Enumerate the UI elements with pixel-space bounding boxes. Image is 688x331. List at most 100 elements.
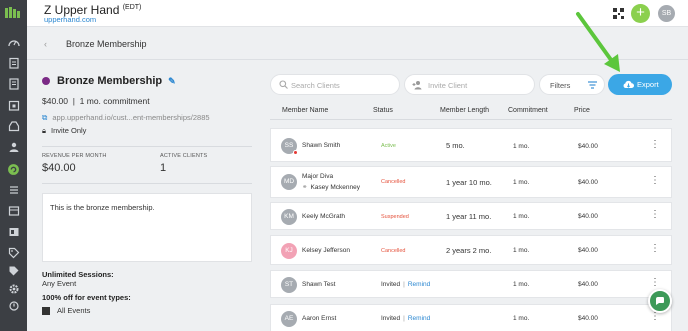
client-avatar: KM bbox=[281, 209, 297, 225]
invite-placeholder: Invite Client bbox=[428, 81, 468, 90]
row-menu-icon[interactable]: ⋮ bbox=[650, 312, 660, 322]
discount-event-type-label: All Events bbox=[57, 306, 91, 315]
top-bar: Z Upper Hand (EDT) upperhand.com + SB bbox=[27, 0, 688, 27]
row-menu-icon[interactable]: ⋮ bbox=[650, 140, 660, 150]
settings-icon[interactable] bbox=[4, 281, 23, 297]
export-button[interactable]: Export bbox=[608, 74, 672, 95]
status-badge: Invited | Remind bbox=[381, 281, 431, 288]
alert-badge-icon bbox=[293, 150, 298, 155]
client-name[interactable]: Major Diva bbox=[302, 173, 333, 180]
document-icon[interactable] bbox=[4, 76, 23, 92]
managed-by-name: Kasey Mckenney bbox=[310, 184, 360, 191]
breadcrumb: ‹ Bronze Membership bbox=[27, 27, 688, 60]
client-name[interactable]: Kelsey Jefferson bbox=[302, 247, 350, 254]
filters-button[interactable]: Filters bbox=[539, 74, 605, 95]
marketing-icon[interactable] bbox=[4, 298, 23, 314]
unlimited-sessions-title: Unlimited Sessions: bbox=[42, 270, 114, 279]
membership-details-panel: Bronze Membership ✎ $40.00 | 1 mo. commi… bbox=[27, 60, 263, 331]
search-clients-input[interactable]: Search Clients bbox=[270, 74, 400, 95]
table-row[interactable]: AE Aaron Ernst Invited | Remind 1 mo. $40.… bbox=[270, 304, 672, 331]
row-menu-icon[interactable]: ⋮ bbox=[650, 210, 660, 220]
invite-only-indicator: 🔒︎ Invite Only bbox=[42, 126, 86, 136]
row-menu-icon[interactable]: ⋮ bbox=[650, 176, 660, 186]
header-status[interactable]: Status bbox=[373, 107, 393, 114]
quick-add-button[interactable]: + bbox=[631, 4, 650, 23]
invite-client-input[interactable]: Invite Client bbox=[404, 74, 535, 95]
membership-name: Bronze Membership bbox=[57, 75, 163, 87]
status-label: Invited bbox=[381, 281, 401, 288]
commitment: 1 mo. bbox=[513, 281, 530, 288]
price: $40.00 bbox=[578, 247, 598, 254]
list-icon[interactable] bbox=[4, 182, 23, 198]
membership-url[interactable]: ⧉ app.upperhand.io/cust...ent-memberships… bbox=[42, 113, 210, 123]
invite-only-label: Invite Only bbox=[51, 126, 87, 135]
page-title: Bronze Membership bbox=[66, 39, 147, 49]
commitment: 1 mo. bbox=[513, 143, 530, 150]
calendar-icon[interactable] bbox=[4, 97, 23, 113]
user-avatar[interactable]: SB bbox=[658, 5, 675, 22]
membership-price-line: $40.00 | 1 mo. commitment bbox=[42, 96, 150, 106]
client-avatar: SS bbox=[281, 138, 298, 155]
id-card-icon[interactable] bbox=[4, 224, 23, 240]
table-row[interactable]: MD Major Diva ⚭ Kasey Mckenney Cancelled … bbox=[270, 166, 672, 198]
header-price[interactable]: Price bbox=[574, 107, 590, 114]
tag-icon[interactable] bbox=[4, 245, 23, 261]
link-icon: ⚭ bbox=[302, 184, 308, 191]
member-length: 1 year 10 mo. bbox=[446, 178, 492, 187]
revenue-stat: REVENUE PER MONTH $40.00 bbox=[42, 153, 107, 174]
price: $40.00 bbox=[578, 213, 598, 220]
row-menu-icon[interactable]: ⋮ bbox=[650, 278, 660, 288]
qr-scan-icon[interactable] bbox=[613, 8, 624, 19]
row-menu-icon[interactable]: ⋮ bbox=[650, 244, 660, 254]
table-row[interactable]: KM Keely McGrath Suspended 1 year 11 mo.… bbox=[270, 202, 672, 230]
table-row[interactable]: ST Shawn Test Invited | Remind 1 mo. $40.0… bbox=[270, 270, 672, 298]
status-badge: Active bbox=[381, 143, 396, 149]
client-name[interactable]: Shawn Smith bbox=[302, 142, 340, 149]
edit-pencil-icon[interactable]: ✎ bbox=[168, 76, 176, 87]
contacts-icon[interactable] bbox=[4, 139, 23, 155]
table-row[interactable]: SS Shawn Smith Active 5 mo. 1 mo. $40.00… bbox=[270, 128, 672, 162]
membership-description: This is the bronze membership. bbox=[42, 193, 252, 262]
status-badge: Suspended bbox=[381, 214, 409, 220]
membership-icon[interactable] bbox=[4, 161, 23, 177]
price: $40.00 bbox=[578, 281, 598, 288]
remind-link[interactable]: Remind bbox=[408, 315, 430, 322]
add-person-icon bbox=[412, 81, 422, 90]
cart-icon[interactable] bbox=[4, 203, 23, 219]
header-commitment[interactable]: Commitment bbox=[508, 107, 548, 114]
managed-by: ⚭ Kasey Mckenney bbox=[302, 183, 360, 191]
price: $40.00 bbox=[578, 315, 598, 322]
revenue-label: REVENUE PER MONTH bbox=[42, 153, 107, 159]
table-row[interactable]: KJ Kelsey Jefferson Cancelled 2 years 2 … bbox=[270, 235, 672, 265]
client-name[interactable]: Keely McGrath bbox=[302, 213, 345, 220]
active-clients-label: ACTIVE CLIENTS bbox=[160, 153, 208, 159]
header-member-name[interactable]: Member Name bbox=[282, 107, 328, 114]
membership-color-dot bbox=[42, 77, 50, 85]
clipboard-icon[interactable] bbox=[4, 55, 23, 71]
help-button[interactable] bbox=[648, 289, 672, 313]
ticket-icon[interactable] bbox=[4, 263, 23, 279]
client-avatar: ST bbox=[281, 277, 297, 293]
external-link-icon: ⧉ bbox=[42, 113, 48, 122]
membership-title: Bronze Membership ✎ bbox=[42, 75, 176, 87]
filters-label: Filters bbox=[550, 81, 571, 90]
back-chevron-icon[interactable]: ‹ bbox=[44, 39, 47, 49]
status-badge: Invited | Remind bbox=[381, 315, 431, 322]
client-name[interactable]: Shawn Test bbox=[302, 281, 335, 288]
discount-title: 100% off for event types: bbox=[42, 293, 131, 302]
dashboard-icon[interactable] bbox=[4, 35, 23, 51]
header-member-length[interactable]: Member Length bbox=[440, 107, 489, 114]
cloud-download-icon bbox=[623, 80, 634, 88]
status-badge: Cancelled bbox=[381, 248, 406, 254]
client-name[interactable]: Aaron Ernst bbox=[302, 315, 336, 322]
inbox-icon[interactable] bbox=[4, 118, 23, 134]
upper-hand-logo[interactable] bbox=[4, 6, 22, 20]
filter-lines-icon bbox=[588, 81, 597, 89]
remind-link[interactable]: Remind bbox=[408, 281, 430, 288]
price: $40.00 bbox=[578, 179, 598, 186]
timezone-label: (EDT) bbox=[122, 4, 142, 11]
event-type-square-icon bbox=[42, 306, 50, 315]
commitment: 1 mo. bbox=[513, 213, 530, 220]
client-avatar: KJ bbox=[281, 243, 297, 259]
business-url-link[interactable]: upperhand.com bbox=[44, 15, 96, 24]
